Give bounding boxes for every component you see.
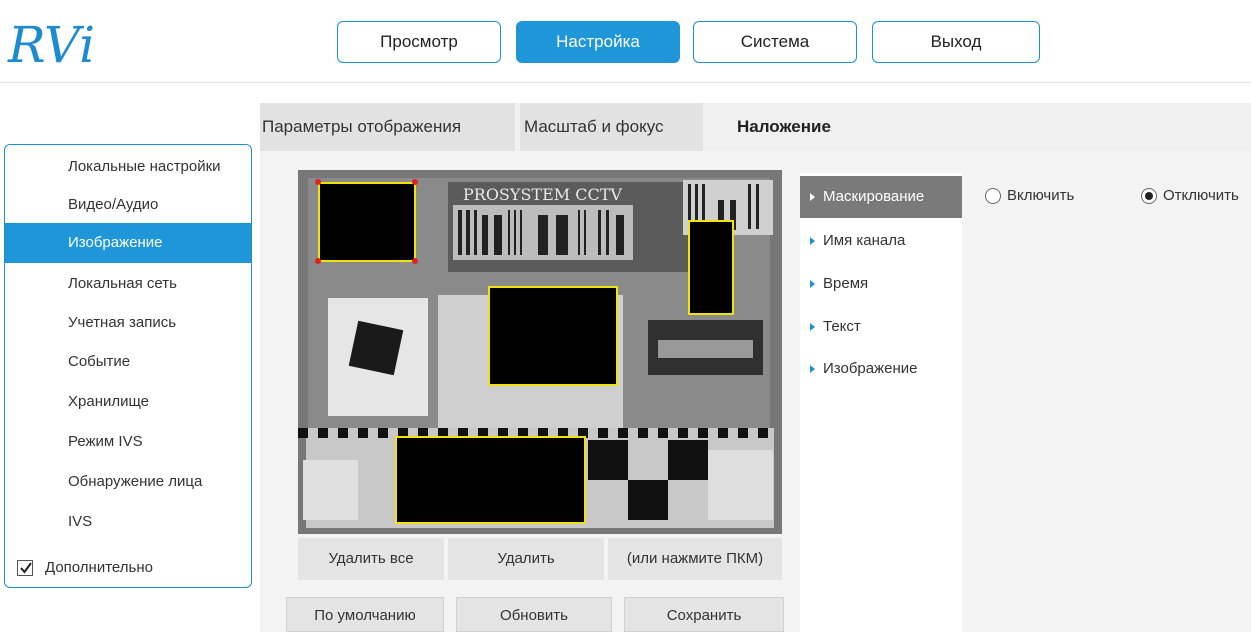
radio-unchecked-icon	[985, 188, 1001, 204]
resize-handle[interactable]	[315, 258, 321, 264]
resize-handle[interactable]	[412, 258, 418, 264]
video-preview[interactable]: PROSYSTEM CCTV	[298, 170, 782, 534]
test-chart-label: PROSYSTEM CCTV	[463, 185, 622, 204]
sidebar-item-local-settings[interactable]: Локальные настройки	[5, 147, 251, 187]
triangle-right-icon	[810, 365, 815, 374]
sidebar-item-face-detection[interactable]: Обнаружение лица	[5, 462, 251, 502]
delete-all-button[interactable]: Удалить все	[298, 538, 444, 580]
overlay-item-time[interactable]: Время	[800, 263, 962, 305]
tab-overlay[interactable]: Наложение	[737, 103, 877, 151]
sidebar-item-image[interactable]: Изображение	[5, 223, 251, 263]
sidebar-item-ivs-mode[interactable]: Режим IVS	[5, 422, 251, 462]
sidebar-item-ivs[interactable]: IVS	[5, 502, 251, 542]
privacy-mask-1[interactable]	[318, 182, 416, 262]
privacy-mask-2[interactable]	[688, 220, 734, 315]
overlay-item-image[interactable]: Изображение	[800, 348, 962, 390]
overlay-item-label: Время	[823, 275, 869, 292]
sidebar-item-storage[interactable]: Хранилище	[5, 382, 251, 422]
right-click-hint: (или нажмите ПКМ)	[608, 538, 782, 580]
triangle-right-icon	[810, 280, 815, 289]
tab-display-params[interactable]: Параметры отображения	[260, 103, 515, 151]
overlay-item-label: Имя канала	[823, 232, 906, 249]
triangle-right-icon	[810, 323, 815, 332]
header-divider	[0, 82, 1251, 83]
top-nav-preview-button[interactable]: Просмотр	[337, 21, 501, 63]
default-button[interactable]: По умолчанию	[286, 597, 444, 632]
radio-enable-label: Включить	[1007, 187, 1075, 204]
overlay-item-label: Изображение	[823, 360, 918, 377]
radio-disable[interactable]: Отключить	[1141, 182, 1251, 210]
logo-text: RVi	[7, 16, 95, 74]
sidebar-item-account[interactable]: Учетная запись	[5, 303, 251, 343]
resize-handle[interactable]	[315, 179, 321, 185]
tab-bar: Параметры отображения Масштаб и фокус На…	[260, 103, 1251, 151]
sidebar-item-event[interactable]: Событие	[5, 342, 251, 382]
sidebar-item-advanced[interactable]: Дополнительно	[5, 548, 251, 587]
delete-button[interactable]: Удалить	[448, 538, 604, 580]
resize-handle[interactable]	[412, 179, 418, 185]
tab-zoom-focus[interactable]: Масштаб и фокус	[520, 103, 703, 151]
overlay-item-label: Текст	[823, 318, 861, 335]
privacy-mask-4[interactable]	[395, 436, 586, 524]
overlay-item-channel-name[interactable]: Имя канала	[800, 220, 962, 262]
overlay-item-masking[interactable]: Маскирование	[800, 176, 962, 218]
radio-disable-label: Отключить	[1163, 187, 1239, 204]
triangle-right-icon	[810, 193, 815, 202]
privacy-mask-3[interactable]	[488, 286, 618, 386]
sidebar-item-network[interactable]: Локальная сеть	[5, 264, 251, 304]
overlay-item-text[interactable]: Текст	[800, 306, 962, 348]
triangle-right-icon	[810, 237, 815, 246]
overlay-menu: Маскирование Имя канала Время Текст Изоб…	[800, 173, 962, 632]
top-nav-exit-button[interactable]: Выход	[872, 21, 1040, 63]
save-button[interactable]: Сохранить	[624, 597, 784, 632]
radio-checked-icon	[1141, 188, 1157, 204]
settings-sidebar: Локальные настройки Видео/Аудио Изображе…	[4, 144, 252, 588]
top-nav-settings-button[interactable]: Настройка	[516, 21, 680, 63]
top-nav-system-button[interactable]: Система	[693, 21, 857, 63]
overlay-item-label: Маскирование	[823, 188, 925, 205]
mask-button-row: Удалить все Удалить (или нажмите ПКМ)	[298, 538, 782, 580]
refresh-button[interactable]: Обновить	[456, 597, 612, 632]
radio-enable[interactable]: Включить	[985, 182, 1115, 210]
sidebar-item-video-audio[interactable]: Видео/Аудио	[5, 185, 251, 225]
rvi-logo: RVi	[6, 14, 146, 74]
